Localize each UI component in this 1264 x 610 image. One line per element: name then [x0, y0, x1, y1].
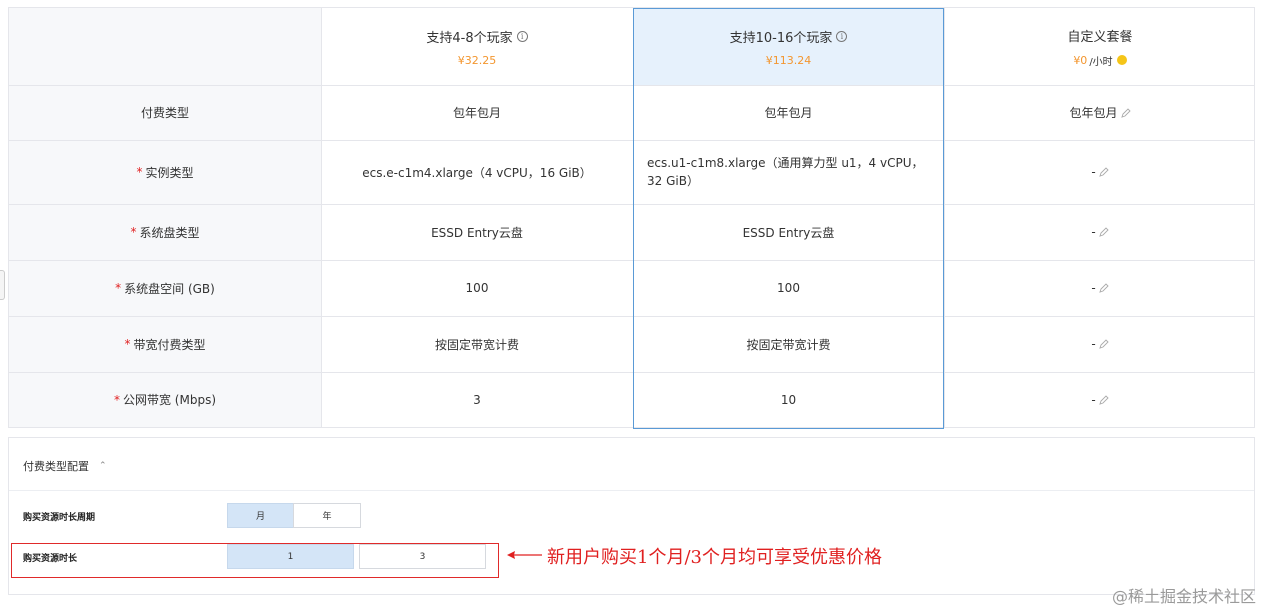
cell-disk-size-2: 100	[777, 281, 800, 295]
payment-config-panel: 付费类型配置 ⌃ 购买资源时长周期 月 年 购买资源时长 1 3 新用户购买1个…	[8, 437, 1255, 595]
cell-disk-type-1: ESSD Entry云盘	[431, 225, 523, 240]
cell-bandwidth-billing-1: 按固定带宽计费	[434, 337, 519, 352]
cell-disk-size-1: 100	[465, 281, 489, 295]
row-label-billing-type: 付费类型	[140, 106, 189, 120]
annotation-arrow-icon	[507, 551, 542, 559]
plan-price: ¥32.25	[457, 53, 497, 67]
cell-billing-type-3[interactable]: 包年包月	[944, 85, 1256, 140]
edit-icon[interactable]	[1098, 394, 1109, 405]
row-label-instance-type: * 实例类型	[136, 165, 194, 180]
edit-icon[interactable]	[1098, 167, 1109, 177]
plan-name: 支持4-8个玩家	[426, 30, 513, 46]
cell-bandwidth-billing-3[interactable]: -	[944, 316, 1256, 372]
side-collapse-tab[interactable]	[0, 270, 5, 300]
payment-config-title: 付费类型配置	[23, 460, 89, 473]
edit-icon[interactable]	[1098, 339, 1109, 349]
annotation-text: 新用户购买1个月/3个月均可享受优惠价格	[547, 547, 882, 568]
plan-name: 支持10-16个玩家	[729, 30, 833, 46]
cell-instance-type-2: ecs.u1-c1m8.xlarge（通用算力型 u1，4 vCPU，32 Gi…	[647, 156, 924, 188]
cell-bandwidth-billing-2: 按固定带宽计费	[746, 337, 831, 352]
cell-public-bandwidth-3[interactable]: -	[944, 372, 1256, 427]
period-option-month[interactable]: 月	[227, 503, 294, 528]
cell-billing-type-1: 包年包月	[452, 106, 501, 120]
payment-config-header[interactable]: 付费类型配置 ⌃	[23, 458, 107, 474]
edit-icon[interactable]	[1098, 283, 1109, 293]
price-unit: /小时	[1089, 56, 1113, 68]
plan-header-1[interactable]: 支持4-8个玩家 i ¥32.25	[321, 8, 633, 85]
chevron-up-icon[interactable]: ⌃	[99, 461, 107, 471]
edit-icon[interactable]	[1120, 107, 1131, 118]
plan-name: 自定义套餐	[1067, 29, 1133, 45]
cell-instance-type-1: ecs.e-c1m4.xlarge（4 vCPU，16 GiB）	[362, 165, 592, 180]
annotation-highlight-box	[11, 543, 499, 578]
coin-icon	[1116, 55, 1127, 65]
cell-disk-type-3[interactable]: -	[944, 204, 1256, 260]
watermark: @稀土掘金技术社区	[1111, 587, 1256, 606]
cell-public-bandwidth-2: 10	[780, 392, 797, 407]
cell-disk-type-2: ESSD Entry云盘	[742, 225, 835, 240]
cell-disk-size-3[interactable]: -	[944, 260, 1256, 316]
plan-header-2[interactable]: 支持10-16个玩家 i ¥113.24	[633, 8, 944, 85]
plan-price: ¥0	[1073, 53, 1088, 67]
info-icon[interactable]: i	[836, 30, 848, 42]
cell-public-bandwidth-1: 3	[473, 392, 481, 407]
edit-icon[interactable]	[1098, 227, 1109, 237]
plan-header-3[interactable]: 自定义套餐 ¥0 /小时	[944, 8, 1256, 85]
period-label: 购买资源时长周期	[23, 513, 96, 523]
row-label-public-bandwidth: * 公网带宽 (Mbps)	[113, 392, 217, 408]
info-icon[interactable]: i	[516, 30, 528, 42]
row-label-bandwidth-billing: * 带宽付费类型	[124, 337, 206, 352]
plan-price: ¥113.24	[765, 53, 812, 67]
cell-instance-type-3[interactable]: -	[944, 140, 1256, 204]
row-label-disk-size: * 系统盘空间 (GB)	[115, 281, 215, 296]
period-option-year[interactable]: 年	[293, 503, 361, 528]
plan-comparison-table: 支持4-8个玩家 i ¥32.25 支持10-16个玩家 i ¥113.24 自定义…	[8, 7, 1256, 429]
row-label-disk-type: * 系统盘类型	[130, 225, 200, 240]
cell-billing-type-2: 包年包月	[764, 106, 813, 120]
